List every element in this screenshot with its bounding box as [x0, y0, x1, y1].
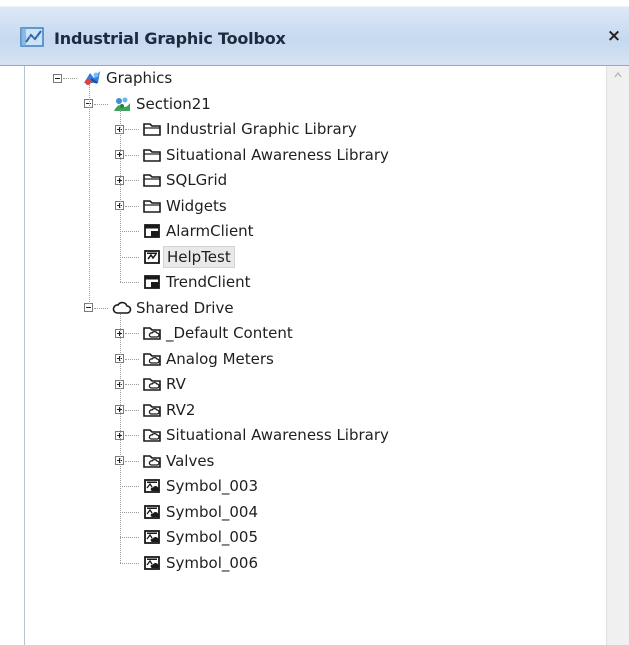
shared-symbol-icon [142, 477, 162, 495]
shared-symbol-icon [142, 554, 162, 572]
tree-node-section21[interactable]: Section21 [112, 92, 211, 116]
tree-node-rv2[interactable]: RV2 [142, 398, 195, 422]
folder-icon [142, 146, 162, 164]
tree-connector [120, 109, 121, 282]
tree-node-situational-awareness-library[interactable]: Situational Awareness Library [142, 423, 389, 447]
tree-connector [120, 231, 139, 232]
graphics-tree: Graphics Section21 Industrial Graphic Libr… [0, 0, 629, 645]
tree-node-label: RV2 [166, 400, 196, 419]
client-control-icon [142, 222, 162, 240]
tree-connector [94, 103, 108, 105]
tree-node-label: Shared Drive [136, 298, 234, 317]
tree-connector [125, 435, 139, 436]
tree-node-label: Symbol_003 [166, 477, 259, 495]
shared-folder-icon [142, 375, 162, 393]
symbol-icon [142, 248, 162, 266]
folder-icon [142, 120, 162, 138]
tree-node-shared-drive[interactable]: Shared Drive [112, 296, 234, 320]
folder-icon [142, 197, 162, 215]
tree-connector [125, 205, 139, 207]
tree-node-label: HelpTest [163, 245, 235, 268]
tree-connector [125, 409, 139, 411]
tree-connector [94, 307, 108, 309]
tree-node-alarmclient[interactable]: AlarmClient [142, 219, 254, 243]
tree-node-label: RV [166, 375, 186, 393]
tree-connector [120, 511, 139, 513]
tree-node-symbol-005[interactable]: Symbol_005 [142, 525, 258, 549]
tree-connector [120, 562, 139, 564]
folder-icon [142, 171, 162, 189]
tree-node-graphics[interactable]: Graphics [82, 66, 172, 90]
shared-folder-icon [142, 426, 162, 444]
tree-node-label: Graphics [106, 69, 173, 87]
shared-folder-icon [142, 452, 162, 470]
shared-folder-icon [142, 350, 162, 368]
tree-connector [125, 384, 139, 385]
tree-connector [125, 333, 139, 334]
galaxy-icon [112, 95, 132, 113]
tree-connector [125, 460, 139, 462]
tree-connector [120, 256, 139, 258]
tree-node-label: Situational Awareness Library [166, 426, 389, 444]
tree-node-label: TrendClient [166, 273, 251, 291]
tree-node-label: Section21 [136, 94, 211, 113]
tree-connector [63, 78, 77, 79]
tree-node-label: AlarmClient [166, 222, 254, 240]
tree-node-label: Industrial Graphic Library [166, 120, 357, 138]
shared-folder-icon [142, 401, 162, 419]
tree-connector [125, 154, 139, 156]
tree-node-label: SQLGrid [166, 171, 228, 189]
tree-connector [125, 358, 139, 360]
tree-connector [120, 282, 139, 283]
tree-node-label: _Default Content [166, 324, 293, 342]
toolbox-window: Industrial Graphic Toolbox × Graphics Sec… [0, 0, 629, 645]
tree-node-trendclient[interactable]: TrendClient [142, 270, 250, 294]
tree-connector [120, 486, 139, 487]
collapse-toggle-shared-drive[interactable] [84, 303, 93, 312]
tree-node-label: Valves [166, 451, 215, 470]
shared-symbol-icon [142, 528, 162, 546]
client-control-icon [142, 273, 162, 291]
tree-connector [120, 313, 121, 563]
tree-node-helptest[interactable]: HelpTest [142, 245, 235, 269]
tree-node-valves[interactable]: Valves [142, 449, 214, 473]
tree-node-symbol-003[interactable]: Symbol_003 [142, 474, 258, 498]
collapse-toggle-graphics[interactable] [53, 73, 62, 83]
tree-node-sqlgrid[interactable]: SQLGrid [142, 168, 227, 192]
tree-connector [89, 84, 90, 304]
tree-connector [125, 129, 139, 130]
tree-node-rv[interactable]: RV [142, 372, 186, 396]
tree-node-label: Symbol_004 [166, 502, 259, 521]
cloud-icon [112, 299, 132, 317]
tree-node-widgets[interactable]: Widgets [142, 194, 227, 218]
shared-folder-icon [142, 324, 162, 342]
tree-node-label: Situational Awareness Library [166, 145, 389, 164]
tree-node-label: Symbol_005 [166, 528, 259, 546]
tree-node-analog-meters[interactable]: Analog Meters [142, 347, 274, 371]
tree-node-symbol-004[interactable]: Symbol_004 [142, 500, 258, 524]
tree-node-default-content[interactable]: _Default Content [142, 321, 293, 345]
tree-node-label: Analog Meters [166, 349, 274, 368]
tree-node-label: Widgets [166, 196, 227, 215]
tree-node-industrial-graphic-library[interactable]: Industrial Graphic Library [142, 117, 357, 141]
graphics-icon [82, 69, 102, 87]
tree-node-symbol-006[interactable]: Symbol_006 [142, 551, 258, 575]
tree-connector [120, 537, 139, 538]
tree-connector [125, 180, 139, 181]
shared-symbol-icon [142, 503, 162, 521]
tree-node-situational-awareness-library[interactable]: Situational Awareness Library [142, 143, 389, 167]
tree-node-label: Symbol_006 [166, 553, 259, 572]
